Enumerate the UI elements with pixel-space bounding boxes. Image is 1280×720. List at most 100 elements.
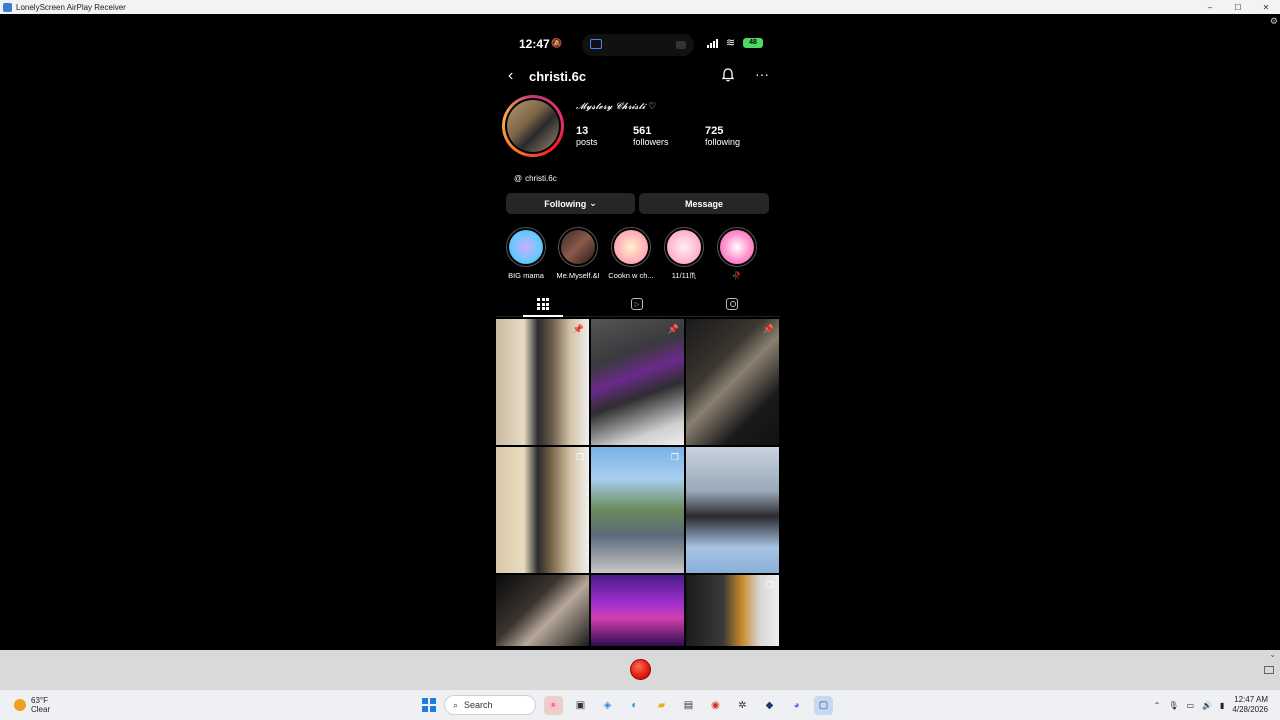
widgets-icon[interactable]: 🌸 bbox=[544, 695, 563, 715]
weather-temp: 63°F bbox=[31, 696, 48, 705]
stat-following[interactable]: 725 following bbox=[705, 125, 740, 147]
post-thumbnail[interactable]: ❐ bbox=[496, 447, 589, 573]
search-icon: ⌕ bbox=[453, 699, 459, 710]
settings-gear-icon[interactable]: ⚙ bbox=[1270, 16, 1278, 27]
weather-widget[interactable]: 63°F Clear bbox=[14, 696, 50, 714]
app-icon bbox=[3, 2, 12, 12]
screen-mirroring-icon bbox=[590, 39, 602, 49]
following-button[interactable]: Following ⌄ bbox=[506, 193, 635, 214]
search-label: Search bbox=[464, 700, 493, 710]
story-highlight[interactable]: Cookn w ch... bbox=[608, 227, 654, 280]
highlight-label: Me.Myself.&I bbox=[556, 271, 600, 280]
mirrored-phone-screen: 12:47 🔕 ≋ 48 ‹ christi.6c ··· 𝓜𝔂𝓼𝓽𝓮𝓻𝔂 𝓒𝓱… bbox=[496, 23, 780, 646]
highlight-cover bbox=[614, 230, 648, 264]
reels-icon: ▷ bbox=[631, 298, 643, 310]
tray-overflow-chevron-icon[interactable]: ⌃ bbox=[1154, 701, 1161, 710]
highlight-label: 🥀 bbox=[732, 271, 742, 280]
post-thumbnail[interactable] bbox=[496, 575, 589, 646]
clock-date: 4/28/2026 bbox=[1232, 705, 1268, 714]
more-options-icon[interactable]: ··· bbox=[755, 66, 769, 82]
collapse-chevron-icon[interactable]: ⌄ bbox=[1269, 650, 1276, 659]
battery-icon[interactable]: ▮ bbox=[1220, 701, 1224, 710]
maximize-button[interactable]: ☐ bbox=[1224, 0, 1252, 14]
fullscreen-icon[interactable] bbox=[1264, 666, 1274, 674]
taskbar-search[interactable]: ⌕ Search bbox=[444, 695, 536, 715]
tagged-person-icon bbox=[726, 298, 738, 310]
profile-display-name: 𝓜𝔂𝓼𝓽𝓮𝓻𝔂 𝓒𝓱𝓻𝓲𝓼𝓽𝓲 ♡ bbox=[576, 102, 657, 112]
followers-count: 561 bbox=[633, 125, 652, 137]
chrome-browser-icon[interactable]: ◉ bbox=[706, 696, 725, 715]
volume-icon[interactable]: 🔊 bbox=[1202, 701, 1212, 710]
cellular-signal-icon bbox=[707, 39, 718, 48]
profile-username: christi.6c bbox=[529, 69, 587, 84]
weather-condition: Clear bbox=[31, 705, 51, 714]
system-tray: ⌃ 🎙 ▭ 🔊 ▮ 12:47 AM 4/28/2026 bbox=[1154, 695, 1268, 715]
post-thumbnail[interactable] bbox=[686, 447, 779, 573]
highlight-cover bbox=[561, 230, 595, 264]
stat-followers[interactable]: 561 followers bbox=[633, 125, 669, 147]
post-thumbnail[interactable]: 📌 bbox=[591, 319, 684, 445]
copilot-icon[interactable]: ◈ bbox=[598, 696, 617, 715]
posts-count: 13 bbox=[576, 125, 589, 137]
threads-handle: christi.6c bbox=[525, 173, 557, 183]
tab-tagged[interactable] bbox=[723, 295, 741, 313]
file-explorer-icon[interactable]: ▰ bbox=[652, 696, 671, 715]
task-view-icon[interactable]: ▣ bbox=[571, 696, 590, 715]
window-title-bar[interactable]: LonelyScreen AirPlay Receiver – ☐ ✕ bbox=[0, 0, 1280, 14]
dynamic-island bbox=[582, 34, 694, 56]
following-button-label: Following bbox=[544, 198, 587, 209]
avatar-photo bbox=[507, 100, 559, 152]
edge-browser-icon[interactable]: ◐ bbox=[625, 696, 644, 715]
story-highlight[interactable]: Me.Myself.&I bbox=[555, 227, 601, 280]
highlight-cover bbox=[667, 230, 701, 264]
tab-posts-grid[interactable] bbox=[534, 295, 552, 313]
tab-reels[interactable]: ▷ bbox=[628, 295, 646, 313]
multi-photo-icon: ❐ bbox=[575, 452, 584, 462]
active-tab-indicator bbox=[523, 315, 563, 317]
stat-posts[interactable]: 13 posts bbox=[576, 125, 598, 147]
lonelyscreen-app-icon[interactable]: ▢ bbox=[814, 695, 833, 715]
phone-status-bar: 12:47 🔕 ≋ 48 bbox=[496, 23, 780, 63]
settings-app-icon[interactable]: ✲ bbox=[733, 696, 752, 715]
discord-icon[interactable]: ◕ bbox=[787, 696, 806, 715]
highlight-label: 11/11♏ bbox=[671, 271, 697, 280]
store-icon[interactable]: ▤ bbox=[679, 696, 698, 715]
highlight-cover bbox=[509, 230, 543, 264]
story-highlight[interactable]: 🥀 bbox=[714, 227, 760, 280]
profile-content-tabs: ▷ bbox=[496, 291, 780, 317]
close-button[interactable]: ✕ bbox=[1252, 0, 1280, 14]
followers-label: followers bbox=[633, 137, 669, 147]
post-thumbnail[interactable]: 📌 bbox=[686, 319, 779, 445]
network-icon[interactable]: ▭ bbox=[1186, 701, 1194, 710]
window-controls: – ☐ ✕ bbox=[1196, 0, 1280, 14]
profile-avatar[interactable] bbox=[502, 95, 564, 157]
post-thumbnail[interactable]: 📌 bbox=[496, 319, 589, 445]
minimize-button[interactable]: – bbox=[1196, 0, 1224, 14]
story-highlight[interactable]: BIG mama bbox=[503, 227, 549, 280]
silent-bell-icon: 🔕 bbox=[551, 38, 563, 48]
highlight-label: BIG mama bbox=[508, 271, 544, 280]
back-chevron-icon[interactable]: ‹ bbox=[508, 67, 513, 85]
following-count: 725 bbox=[705, 125, 724, 137]
battery-indicator: 48 bbox=[743, 38, 763, 48]
pinned-icon: 📌 bbox=[572, 324, 584, 334]
notification-bell-icon[interactable] bbox=[722, 68, 734, 82]
threads-link[interactable]: @ christi.6c bbox=[512, 172, 559, 184]
receiver-control-bar: ⌄ bbox=[0, 650, 1280, 690]
highlight-cover bbox=[720, 230, 754, 264]
post-thumbnail[interactable] bbox=[591, 575, 684, 646]
chevron-down-icon: ⌄ bbox=[589, 198, 597, 208]
steam-icon[interactable]: ◆ bbox=[760, 696, 779, 715]
post-thumbnail[interactable]: ❐ bbox=[591, 447, 684, 573]
record-button[interactable] bbox=[630, 659, 651, 680]
start-windows-icon[interactable] bbox=[422, 698, 436, 712]
profile-header: ‹ christi.6c ··· bbox=[496, 63, 780, 91]
message-button-label: Message bbox=[684, 198, 724, 209]
taskbar-clock[interactable]: 12:47 AM 4/28/2026 bbox=[1232, 695, 1268, 715]
clock-time: 12:47 AM bbox=[1234, 695, 1268, 704]
post-thumbnail[interactable]: ❐ bbox=[686, 575, 779, 646]
windows-taskbar: 63°F Clear ⌕ Search 🌸 ▣ ◈ ◐ ▰ ▤ ◉ ✲ ◆ ◕ … bbox=[0, 690, 1280, 720]
story-highlight[interactable]: 11/11♏ bbox=[661, 227, 707, 280]
microphone-icon[interactable]: 🎙 bbox=[1168, 701, 1178, 710]
message-button[interactable]: Message bbox=[639, 193, 769, 214]
